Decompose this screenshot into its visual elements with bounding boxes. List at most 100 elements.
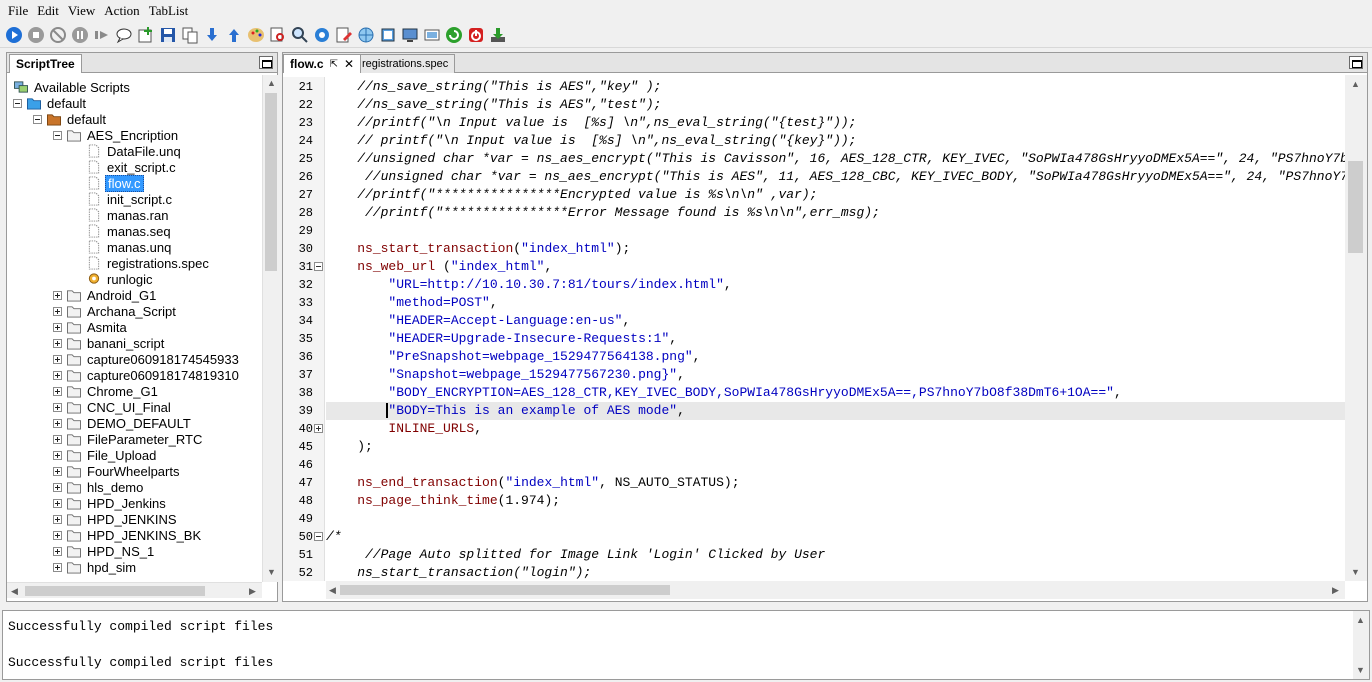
tree-file-item[interactable]: DataFile.unq bbox=[86, 143, 183, 159]
expand-icon[interactable] bbox=[53, 514, 62, 524]
code-line[interactable]: "URL=http://10.10.30.7:81/tours/index.ht… bbox=[326, 276, 1345, 294]
code-line[interactable]: ); bbox=[326, 438, 1345, 456]
expand-fold-icon[interactable] bbox=[314, 424, 323, 433]
tree-folder-item[interactable]: File_Upload bbox=[53, 447, 158, 463]
collapse-icon[interactable] bbox=[33, 114, 42, 124]
code-line[interactable]: ns_page_think_time(1.974); bbox=[326, 492, 1345, 510]
expand-icon[interactable] bbox=[53, 370, 62, 380]
code-line[interactable]: //unsigned char *var = ns_aes_encrypt("T… bbox=[326, 168, 1345, 186]
scroll-thumb[interactable] bbox=[25, 586, 205, 596]
scroll-thumb[interactable] bbox=[1348, 161, 1363, 253]
code-line[interactable]: "Snapshot=webpage_1529477567230.png}", bbox=[326, 366, 1345, 384]
menu-edit[interactable]: Edit bbox=[33, 3, 63, 19]
scroll-up-icon[interactable]: ▲ bbox=[1356, 615, 1365, 625]
tree-file-item[interactable]: runlogic bbox=[86, 271, 155, 287]
tree-file-item[interactable]: init_script.c bbox=[86, 191, 174, 207]
expand-icon[interactable] bbox=[53, 498, 62, 508]
search-icon[interactable] bbox=[291, 26, 309, 44]
tree-folder-item[interactable]: HPD_JENKINS_BK bbox=[53, 527, 203, 543]
scroll-up-icon[interactable]: ▲ bbox=[1351, 79, 1360, 89]
tree-folder-item[interactable]: Android_G1 bbox=[53, 287, 158, 303]
tree-folder-item[interactable]: hls_demo bbox=[53, 479, 145, 495]
editor-vertical-scrollbar[interactable]: ▲ ▼ bbox=[1345, 75, 1367, 581]
expand-icon[interactable] bbox=[53, 434, 62, 444]
code-line[interactable]: //ns_save_string("This is AES","key" ); bbox=[326, 78, 1345, 96]
scroll-up-icon[interactable]: ▲ bbox=[267, 78, 276, 88]
palette-icon[interactable] bbox=[247, 26, 265, 44]
close-icon[interactable]: ✕ bbox=[344, 57, 354, 71]
tree-folder-item[interactable]: HPD_JENKINS bbox=[53, 511, 179, 527]
collapse-icon[interactable] bbox=[13, 98, 22, 108]
code-line[interactable]: //unsigned char *var = ns_aes_encrypt("T… bbox=[326, 150, 1345, 168]
code-line[interactable]: //printf("****************Encrypted valu… bbox=[326, 186, 1345, 204]
image-icon[interactable] bbox=[423, 26, 441, 44]
tree-folder-item[interactable]: Chrome_G1 bbox=[53, 383, 160, 399]
power-icon[interactable] bbox=[467, 26, 485, 44]
tree-folder-item[interactable]: capture060918174545933 bbox=[53, 351, 241, 367]
tree-folder-item[interactable]: AES_Encription bbox=[53, 127, 180, 143]
code-line[interactable]: /* bbox=[326, 528, 1345, 546]
collapse-fold-icon[interactable] bbox=[314, 262, 323, 271]
collapse-fold-icon[interactable] bbox=[314, 532, 323, 541]
copy-icon[interactable] bbox=[181, 26, 199, 44]
tree-folder-item[interactable]: FileParameter_RTC bbox=[53, 431, 204, 447]
code-line[interactable]: INLINE_URLS, bbox=[326, 420, 1345, 438]
tree-folder-item[interactable]: Archana_Script bbox=[53, 303, 178, 319]
menu-tablist[interactable]: TabList bbox=[145, 3, 193, 19]
code-line[interactable]: ns_end_transaction("index_html", NS_AUTO… bbox=[326, 474, 1345, 492]
tree-file-item[interactable]: exit_script.c bbox=[86, 159, 178, 175]
expand-icon[interactable] bbox=[53, 418, 62, 428]
tree-folder-item[interactable]: banani_script bbox=[53, 335, 166, 351]
add-icon[interactable] bbox=[137, 26, 155, 44]
console-vertical-scrollbar[interactable]: ▲ ▼ bbox=[1353, 611, 1369, 679]
scroll-left-icon[interactable]: ◀ bbox=[11, 586, 18, 596]
code-line[interactable]: //printf("\n Input value is [%s] \n",ns_… bbox=[326, 114, 1345, 132]
tree-file-item[interactable]: manas.unq bbox=[86, 239, 173, 255]
scroll-down-icon[interactable]: ▼ bbox=[267, 567, 276, 577]
expand-icon[interactable] bbox=[53, 354, 62, 364]
stop-icon[interactable] bbox=[27, 26, 45, 44]
expand-icon[interactable] bbox=[53, 306, 62, 316]
scroll-left-icon[interactable]: ◀ bbox=[329, 585, 336, 595]
tree-folder-item[interactable]: HPD_NS_1 bbox=[53, 543, 156, 559]
expand-icon[interactable] bbox=[53, 322, 62, 332]
tree-folder-item[interactable]: default bbox=[13, 95, 88, 111]
scroll-thumb[interactable] bbox=[265, 93, 277, 271]
code-line[interactable]: //printf("****************Error Message … bbox=[326, 204, 1345, 222]
scroll-thumb[interactable] bbox=[340, 585, 670, 595]
tree-folder-item[interactable]: Asmita bbox=[53, 319, 129, 335]
tree-file-item[interactable]: Available Scripts bbox=[13, 79, 132, 95]
settings-icon[interactable] bbox=[313, 26, 331, 44]
code-line[interactable]: ns_start_transaction("login"); bbox=[326, 564, 1345, 581]
maximize-button[interactable] bbox=[1349, 56, 1363, 69]
expand-icon[interactable] bbox=[53, 562, 62, 572]
maximize-button[interactable] bbox=[259, 56, 273, 69]
scroll-down-icon[interactable]: ▼ bbox=[1356, 665, 1365, 675]
menu-view[interactable]: View bbox=[64, 3, 99, 19]
code-line[interactable]: //Page Auto splitted for Image Link 'Log… bbox=[326, 546, 1345, 564]
download-icon[interactable] bbox=[203, 26, 221, 44]
code-line[interactable]: "HEADER=Accept-Language:en-us", bbox=[326, 312, 1345, 330]
tab-registrations-spec[interactable]: registrations.spec bbox=[355, 54, 456, 73]
tree-file-item[interactable]: registrations.spec bbox=[86, 255, 211, 271]
code-line[interactable] bbox=[326, 222, 1345, 240]
tree-vertical-scrollbar[interactable]: ▲ ▼ bbox=[262, 75, 278, 582]
export-icon[interactable] bbox=[489, 26, 507, 44]
editor-horizontal-scrollbar[interactable]: ◀ ▶ bbox=[326, 581, 1345, 599]
tree-folder-item[interactable]: DEMO_DEFAULT bbox=[53, 415, 193, 431]
code-line[interactable]: "BODY=This is an example of AES mode", bbox=[326, 402, 1345, 420]
find-icon[interactable] bbox=[269, 26, 287, 44]
code-area[interactable]: //ns_save_string("This is AES","key" ); … bbox=[326, 77, 1345, 581]
cancel-icon[interactable] bbox=[49, 26, 67, 44]
code-line[interactable]: ns_web_url ("index_html", bbox=[326, 258, 1345, 276]
edit-icon[interactable] bbox=[335, 26, 353, 44]
code-line[interactable]: "HEADER=Upgrade-Insecure-Requests:1", bbox=[326, 330, 1345, 348]
scroll-right-icon[interactable]: ▶ bbox=[1332, 585, 1339, 595]
code-line[interactable]: // printf("\n Input value is [%s] \n",ns… bbox=[326, 132, 1345, 150]
expand-icon[interactable] bbox=[53, 402, 62, 412]
tree-folder-item[interactable]: default bbox=[33, 111, 108, 127]
code-line[interactable]: ns_start_transaction("index_html"); bbox=[326, 240, 1345, 258]
menu-file[interactable]: File bbox=[4, 3, 32, 19]
comment-icon[interactable] bbox=[115, 26, 133, 44]
expand-icon[interactable] bbox=[53, 450, 62, 460]
